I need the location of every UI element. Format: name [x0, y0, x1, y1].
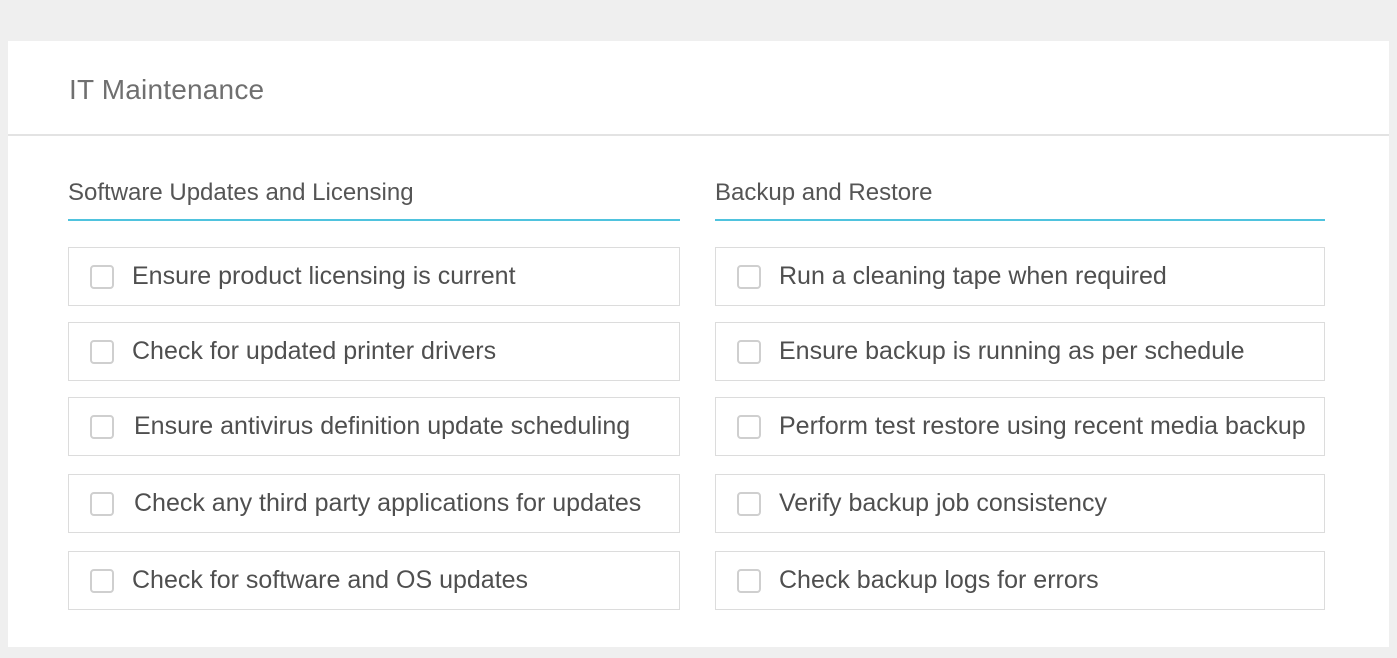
checkbox-unchecked-icon[interactable] [90, 415, 114, 439]
checkbox-unchecked-icon[interactable] [90, 492, 114, 516]
checklist-item[interactable]: Ensure product licensing is current [68, 247, 680, 306]
checklist-item-label: Ensure product licensing is current [132, 262, 516, 290]
checklist-item[interactable]: Check for updated printer drivers [68, 322, 680, 381]
checklist-item-label: Check for updated printer drivers [132, 337, 497, 365]
section-heading: Software Updates and Licensing [68, 177, 680, 221]
checklist-item[interactable]: Check for software and OS updates [68, 551, 680, 610]
checklist-item[interactable]: Perform test restore using recent media … [715, 397, 1325, 456]
section-heading: Backup and Restore [715, 177, 1325, 221]
card-header: IT Maintenance [8, 41, 1389, 136]
checkbox-unchecked-icon[interactable] [737, 340, 761, 364]
checklist-item-label: Verify backup job consistency [779, 489, 1107, 517]
checkbox-unchecked-icon[interactable] [737, 415, 761, 439]
checkbox-unchecked-icon[interactable] [90, 340, 114, 364]
checklist-item[interactable]: Run a cleaning tape when required [715, 247, 1325, 306]
checklist-item[interactable]: Verify backup job consistency [715, 474, 1325, 533]
checkbox-unchecked-icon[interactable] [90, 265, 114, 289]
card-title: IT Maintenance [69, 74, 265, 105]
checklist-item-label: Check any third party applications for u… [134, 489, 642, 517]
checklist-item-label: Ensure backup is running as per schedule [779, 337, 1245, 365]
checkbox-unchecked-icon[interactable] [90, 569, 114, 593]
checkbox-unchecked-icon[interactable] [737, 265, 761, 289]
checklist-item[interactable]: Check any third party applications for u… [68, 474, 680, 533]
checklist-item-label: Ensure antivirus definition update sched… [134, 412, 631, 440]
checklist-item-label: Check backup logs for errors [779, 566, 1099, 594]
checklist-item-label: Check for software and OS updates [132, 566, 529, 594]
checkbox-unchecked-icon[interactable] [737, 569, 761, 593]
checklist-item-label: Run a cleaning tape when required [779, 262, 1167, 290]
checklist-item[interactable]: Check backup logs for errors [715, 551, 1325, 610]
it-maintenance-card: IT Maintenance Software Updates and Lice… [8, 41, 1389, 647]
checklist-item[interactable]: Ensure antivirus definition update sched… [68, 397, 680, 456]
checklist: Run a cleaning tape when required Ensure… [715, 247, 1325, 610]
checklist-item-label: Perform test restore using recent media … [779, 412, 1306, 440]
section-software-updates: Software Updates and Licensing Ensure pr… [68, 177, 680, 626]
checklist-item[interactable]: Ensure backup is running as per schedule [715, 322, 1325, 381]
checkbox-unchecked-icon[interactable] [737, 492, 761, 516]
checklist: Ensure product licensing is current Chec… [68, 247, 680, 610]
section-backup-restore: Backup and Restore Run a cleaning tape w… [715, 177, 1325, 626]
